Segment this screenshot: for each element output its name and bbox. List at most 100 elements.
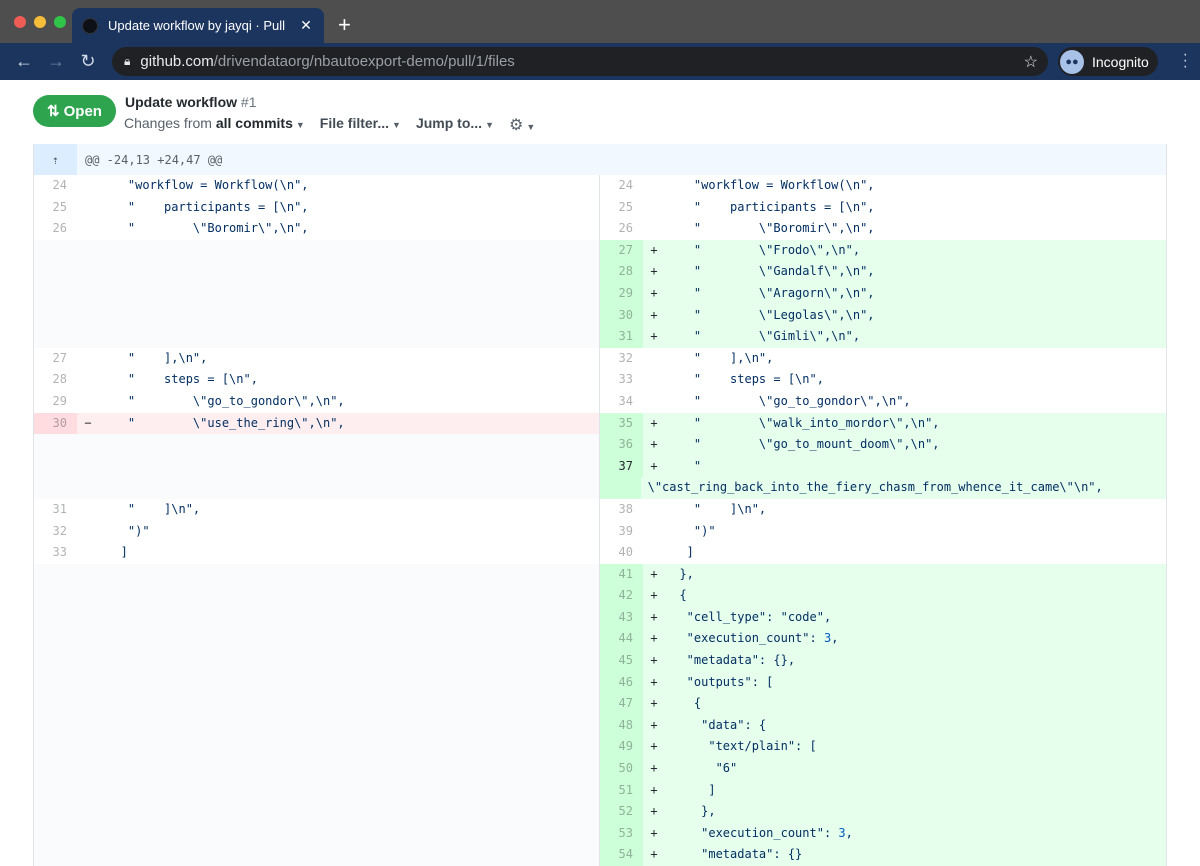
tab-close-icon[interactable]: ✕ (296, 17, 316, 34)
line-number[interactable]: 32 (34, 521, 77, 543)
line-number[interactable]: 30 (600, 304, 643, 327)
line-number[interactable]: 45 (600, 650, 643, 672)
bookmark-star-icon[interactable]: ☆ (1024, 52, 1038, 72)
right-diff-side-add: 31 + " \"Gimli\",\n", (600, 326, 1166, 348)
diff-row: 24 "workflow = Workflow(\n", 24 "workflow… (34, 175, 1166, 197)
right-diff-side-add: 48 + "data": { (600, 714, 1166, 737)
diff-marker: + (650, 307, 658, 322)
code-line: "workflow = Workflow(\n", (665, 178, 875, 192)
line-number[interactable]: 24 (34, 175, 77, 197)
line-number[interactable]: 38 (600, 499, 643, 521)
new-tab-button[interactable]: + (338, 12, 351, 38)
diff-marker (77, 499, 99, 521)
minimize-window-button[interactable] (34, 16, 46, 28)
left-diff-side-empty (34, 801, 600, 823)
jump-to-dropdown[interactable]: Jump to... ▼ (416, 115, 494, 135)
line-number[interactable]: 28 (34, 369, 77, 391)
code-line: "cell_type": "code", (665, 609, 832, 624)
code-line: " (665, 458, 702, 473)
right-diff-side-add: 30 + " \"Legolas\",\n", (600, 304, 1166, 327)
browser-menu-icon[interactable]: · · · (1183, 47, 1188, 75)
url-host: github.com (140, 53, 214, 70)
line-number[interactable]: 29 (600, 282, 643, 305)
diff-marker: + (650, 458, 658, 473)
line-number[interactable]: 34 (600, 391, 643, 413)
line-number[interactable]: 30 (34, 412, 77, 435)
forward-icon[interactable]: → (40, 51, 72, 72)
close-window-button[interactable] (14, 16, 26, 28)
left-diff-side-ctx: 33 ] (34, 542, 600, 564)
code-line: " \"Legolas\",\n", (665, 307, 875, 322)
line-number[interactable]: 27 (34, 348, 77, 370)
line-number[interactable]: 29 (34, 391, 77, 413)
diff-marker: + (650, 804, 658, 819)
diff-marker: + (650, 631, 658, 646)
line-number[interactable]: 43 (600, 606, 643, 629)
line-number[interactable]: 54 (600, 844, 643, 866)
diff-row: 30− " \"use_the_ring\",\n", 35 + " \"walk_… (34, 412, 1166, 435)
line-number[interactable]: 26 (34, 218, 77, 240)
line-number[interactable]: 32 (600, 348, 643, 370)
diff-marker: + (650, 264, 658, 279)
github-logo-icon (82, 17, 98, 34)
hunk-header: ⇡ @@ -24,13 +24,47 @@ (34, 144, 1166, 175)
line-number[interactable]: 33 (34, 542, 77, 564)
code-line: " \"go_to_mount_doom\",\n", (665, 437, 940, 452)
code-line-wrapped: \"cast_ring_back_into_the_fiery_chasm_fr… (647, 480, 1103, 495)
line-number[interactable]: 25 (34, 197, 77, 219)
incognito-profile-button[interactable]: ●● Incognito (1058, 47, 1158, 76)
line-number[interactable]: 41 (600, 563, 643, 586)
line-number[interactable]: 44 (600, 628, 643, 651)
diff-marker: + (650, 761, 658, 776)
line-number[interactable]: 37 (600, 455, 643, 478)
right-diff-side-ctx: 32 " ],\n", (600, 347, 1166, 370)
line-number[interactable]: 52 (600, 801, 643, 823)
left-diff-side-empty (34, 434, 600, 456)
right-diff-side-ctx: 38 " ]\n", (600, 498, 1166, 521)
line-number[interactable]: 50 (600, 758, 643, 780)
line-number[interactable]: 46 (600, 671, 643, 694)
pr-state-label: Open (63, 102, 102, 120)
back-icon[interactable]: ← (8, 51, 40, 72)
left-diff-side-empty (34, 563, 600, 586)
line-number[interactable]: 35 (600, 412, 643, 435)
line-number[interactable]: 53 (600, 822, 643, 845)
line-number[interactable]: 42 (600, 585, 643, 607)
diff-row: 29 " \"go_to_gondor\",\n", 34 " \"go_to_g… (34, 390, 1166, 413)
changes-from-dropdown[interactable]: Changes from all commits ▼ (124, 115, 305, 135)
line-number[interactable]: 51 (600, 779, 643, 802)
line-number[interactable]: 25 (600, 197, 643, 219)
line-number[interactable]: 31 (34, 499, 77, 521)
line-number[interactable]: 36 (600, 434, 643, 456)
right-diff-side-add: 44 + "execution_count": 3, (600, 628, 1166, 651)
code-line: }, (665, 566, 694, 581)
browser-tab-active[interactable]: Update workflow by jayqi · Pull ✕ (72, 8, 324, 43)
diff-row: 43 + "cell_type": "code", (34, 606, 1166, 629)
diff-settings-dropdown[interactable]: ⚙ ▼ (509, 115, 535, 135)
reload-icon[interactable]: ↻ (72, 51, 104, 72)
line-number[interactable]: 33 (600, 369, 643, 391)
browser-toolbar: ← → ↻ 🔒︎ github.com/drivendataorg/nbauto… (0, 43, 1200, 80)
split-diff-view: ⇡ @@ -24,13 +24,47 @@ 24 "workflow = Wor… (33, 144, 1167, 866)
incognito-icon: ●● (1060, 49, 1084, 74)
left-diff-side-empty (34, 736, 600, 759)
line-number[interactable]: 48 (600, 714, 643, 737)
line-number[interactable]: 39 (600, 521, 643, 543)
diff-row: 51 + ] (34, 779, 1166, 802)
line-number[interactable]: 40 (600, 542, 643, 564)
right-diff-side-ctx: 26 " \"Boromir\",\n", (600, 218, 1166, 240)
line-number[interactable]: 27 (600, 239, 643, 262)
line-number[interactable]: 24 (600, 175, 643, 197)
code-line: " participants = [\n", (99, 199, 309, 214)
line-number[interactable]: 28 (600, 261, 643, 283)
line-number[interactable]: 26 (600, 218, 643, 240)
expand-up-icon[interactable]: ⇡ (34, 144, 77, 175)
right-diff-side-add: 28 + " \"Gandalf\",\n", (600, 261, 1166, 283)
line-number[interactable]: 47 (600, 693, 643, 715)
line-number[interactable]: 31 (600, 326, 643, 348)
maximize-window-button[interactable] (54, 16, 66, 28)
left-diff-side-ctx: 26 " \"Boromir\",\n", (34, 218, 600, 240)
line-number[interactable]: 49 (600, 736, 643, 759)
address-bar[interactable]: 🔒︎ github.com/drivendataorg/nbautoexport… (112, 47, 1048, 76)
file-filter-dropdown[interactable]: File filter... ▼ (320, 115, 401, 135)
